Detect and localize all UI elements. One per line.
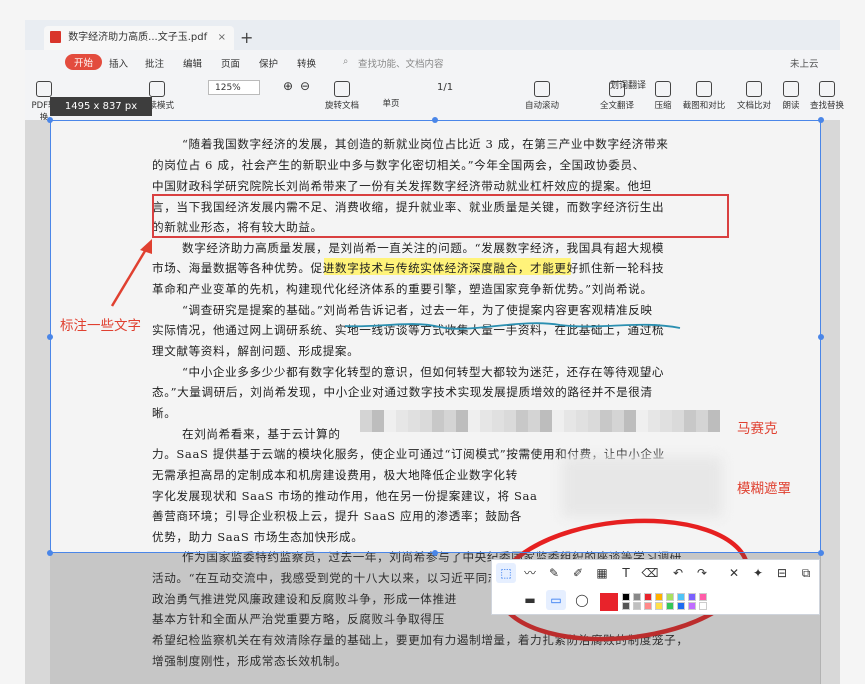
color-swatch[interactable] xyxy=(633,602,641,610)
close-icon[interactable]: ✕ xyxy=(724,563,744,583)
copy-icon[interactable]: ⧉ xyxy=(796,563,816,583)
rect-icon[interactable]: ▭ xyxy=(546,590,566,610)
color-swatch[interactable] xyxy=(688,602,696,610)
highlighter-icon[interactable]: ✐ xyxy=(568,563,588,583)
line-tool-icon[interactable]: 〰 xyxy=(520,563,540,583)
resize-handle[interactable] xyxy=(432,550,438,556)
color-swatch[interactable] xyxy=(699,593,707,601)
pen-icon[interactable]: ✎ xyxy=(544,563,564,583)
filled-rect-icon[interactable]: ▬ xyxy=(520,590,540,610)
color-swatch[interactable] xyxy=(644,602,652,610)
selection-size-label: 1495 x 837 px xyxy=(50,97,152,116)
resize-handle[interactable] xyxy=(818,117,824,123)
screenshot-selection[interactable] xyxy=(50,120,821,553)
color-swatch[interactable] xyxy=(655,593,663,601)
eraser-icon[interactable]: ⌫ xyxy=(640,563,660,583)
color-swatch[interactable] xyxy=(688,593,696,601)
color-swatch[interactable] xyxy=(677,602,685,610)
color-swatch[interactable] xyxy=(655,602,663,610)
current-color-swatch[interactable] xyxy=(600,593,618,611)
resize-handle[interactable] xyxy=(47,117,53,123)
resize-handle[interactable] xyxy=(432,117,438,123)
redo-icon[interactable]: ↷ xyxy=(692,563,712,583)
save-icon[interactable]: ⊟ xyxy=(772,563,792,583)
resize-handle[interactable] xyxy=(47,334,53,340)
annotation-toolbar: ⬚ 〰 ✎ ✐ ▦ T ⌫ ↶ ↷ ✕ ✦ ⊟ ⧉ ▬ ▭ ◯ xyxy=(491,559,820,615)
color-swatch[interactable] xyxy=(622,593,630,601)
select-tool-icon[interactable]: ⬚ xyxy=(496,563,516,583)
color-swatch[interactable] xyxy=(666,602,674,610)
resize-handle[interactable] xyxy=(818,550,824,556)
color-swatch[interactable] xyxy=(666,593,674,601)
color-swatch[interactable] xyxy=(644,593,652,601)
color-palette xyxy=(622,593,718,611)
ellipse-icon[interactable]: ◯ xyxy=(572,590,592,610)
color-swatch[interactable] xyxy=(622,602,630,610)
color-swatch[interactable] xyxy=(677,593,685,601)
resize-handle[interactable] xyxy=(818,334,824,340)
text-tool-icon[interactable]: T xyxy=(616,563,636,583)
color-swatch[interactable] xyxy=(699,602,707,610)
mosaic-icon[interactable]: ▦ xyxy=(592,563,612,583)
resize-handle[interactable] xyxy=(47,550,53,556)
undo-icon[interactable]: ↶ xyxy=(668,563,688,583)
color-swatch[interactable] xyxy=(633,593,641,601)
pin-icon[interactable]: ✦ xyxy=(748,563,768,583)
